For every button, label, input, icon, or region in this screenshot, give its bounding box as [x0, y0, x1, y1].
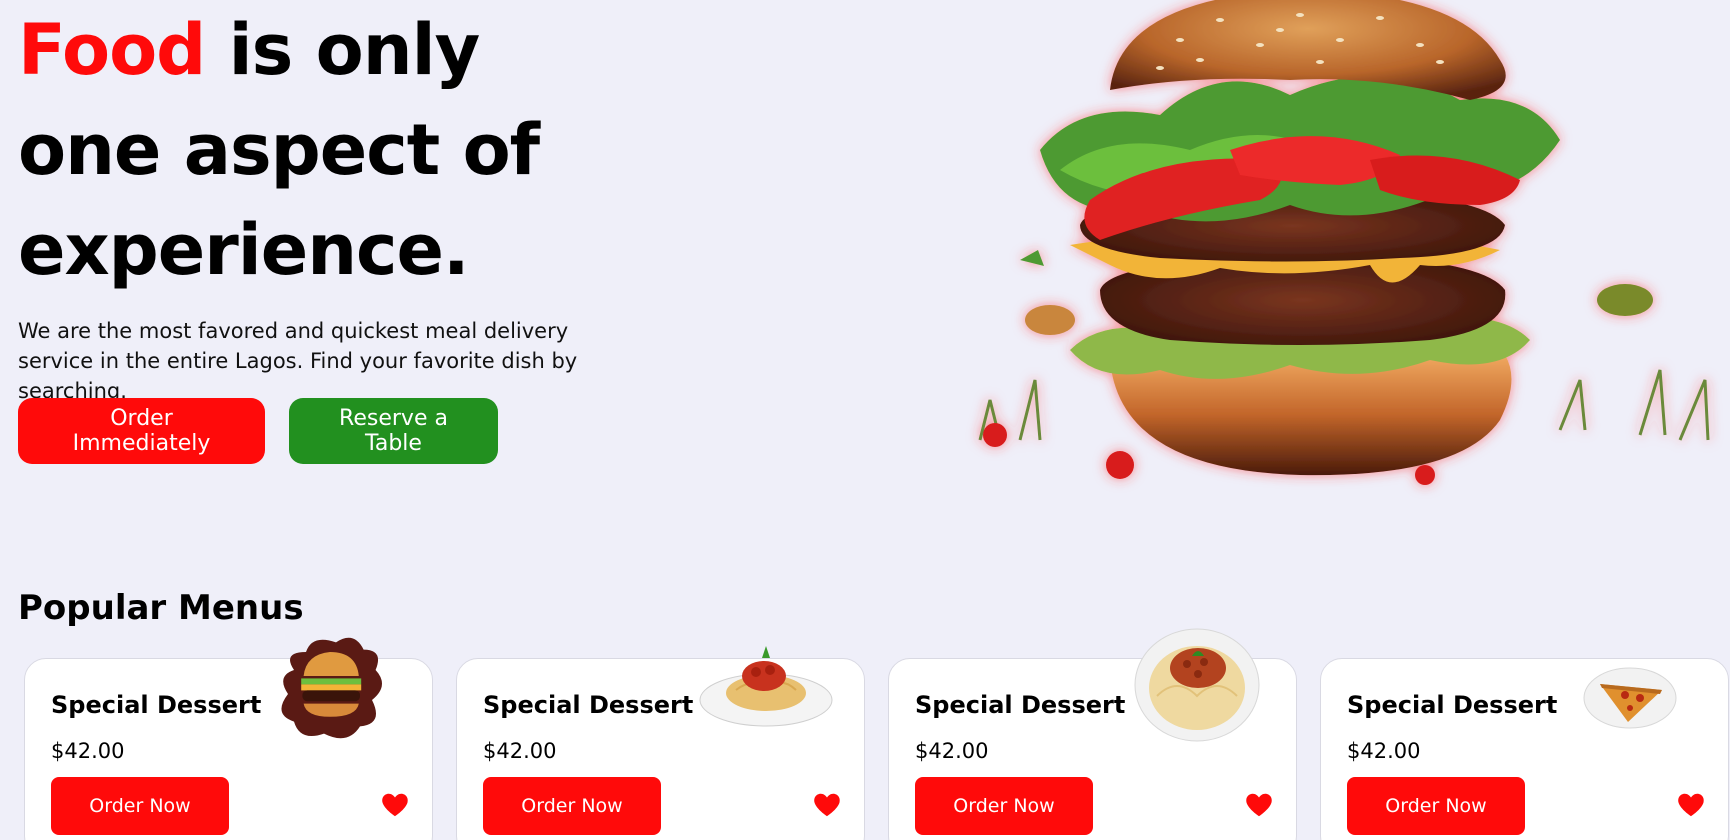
order-immediately-button[interactable]: Order Immediately	[18, 398, 265, 464]
order-now-button[interactable]: Order Now	[51, 777, 229, 835]
menu-card-price: $42.00	[483, 739, 557, 763]
hero-title: Food is only one aspect of experience.	[18, 0, 618, 300]
menu-card-price: $42.00	[1347, 739, 1421, 763]
menu-card-title: Special Dessert	[51, 691, 262, 719]
menu-card-title: Special Dessert	[1347, 691, 1558, 719]
heart-icon[interactable]	[1244, 790, 1274, 820]
order-now-button[interactable]: Order Now	[915, 777, 1093, 835]
reserve-table-button[interactable]: Reserve a Table	[289, 398, 498, 464]
burger-illustration	[978, 0, 1710, 485]
menu-card-price: $42.00	[915, 739, 989, 763]
heart-icon[interactable]	[380, 790, 410, 820]
hero-description: We are the most favored and quickest mea…	[18, 319, 578, 403]
popular-menus-title: Popular Menus	[18, 588, 304, 628]
pizza-slice-icon	[1583, 667, 1677, 729]
order-now-button[interactable]: Order Now	[483, 777, 661, 835]
hero-title-accent: Food	[18, 9, 206, 91]
burger-icon	[281, 637, 382, 739]
menu-card-title: Special Dessert	[915, 691, 1126, 719]
heart-icon[interactable]	[1676, 790, 1706, 820]
heart-icon[interactable]	[812, 790, 842, 820]
spaghetti-plate-icon	[699, 646, 833, 727]
menu-card-price: $42.00	[51, 739, 125, 763]
order-now-button[interactable]: Order Now	[1347, 777, 1525, 835]
spaghetti-bolognese-icon	[1134, 628, 1260, 742]
menu-card-title: Special Dessert	[483, 691, 694, 719]
